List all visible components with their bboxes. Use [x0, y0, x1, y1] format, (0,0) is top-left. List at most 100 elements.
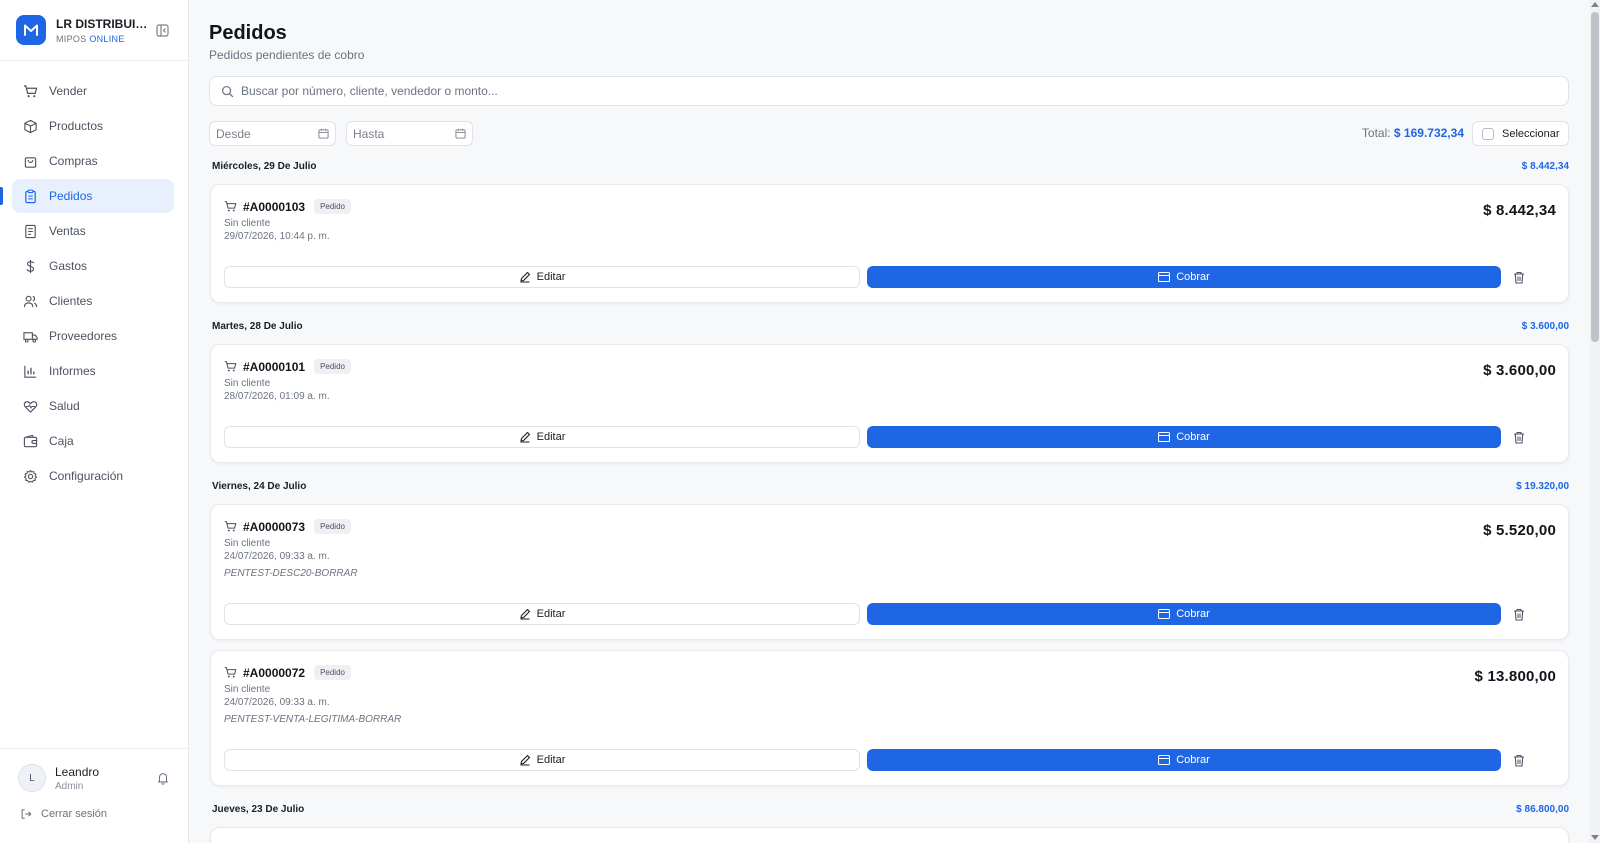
sidebar-item-label: Compras	[49, 154, 98, 168]
order-card[interactable]: #A0000103 Pedido Sin cliente 29/07/2026,…	[210, 184, 1569, 303]
status-badge: Pedido	[314, 199, 351, 214]
avatar[interactable]: L	[18, 764, 46, 792]
sidebar-item-ventas[interactable]: Ventas	[12, 214, 174, 248]
cart-icon	[22, 83, 38, 99]
sidebar-item-clientes[interactable]: Clientes	[12, 284, 174, 318]
collapse-sidebar-icon[interactable]	[152, 20, 172, 40]
sidebar-nav: Vender Productos Compras Pedidos Ventas …	[0, 61, 188, 493]
charge-button[interactable]: Cobrar	[867, 266, 1501, 288]
order-number: #A0000103	[243, 199, 306, 214]
dollar-icon	[22, 258, 38, 274]
group-day: Viernes, 24 De Julio	[212, 480, 307, 492]
brand-header: LR DISTRIBUID... MIPOS ONLINE	[0, 0, 188, 61]
charge-button[interactable]: Cobrar	[867, 749, 1501, 771]
charge-label: Cobrar	[1176, 271, 1210, 283]
order-date: 24/07/2026, 09:33 a. m.	[224, 551, 330, 562]
credit-card-icon	[1158, 755, 1171, 765]
sidebar-item-caja[interactable]: Caja	[12, 424, 174, 458]
date-to-field[interactable]: Hasta	[346, 121, 473, 146]
logout-label: Cerrar sesión	[41, 808, 108, 820]
sidebar-footer: L Leandro Admin Cerrar sesión	[0, 748, 188, 843]
charge-label: Cobrar	[1176, 608, 1210, 620]
edit-button[interactable]: Editar	[224, 426, 860, 448]
edit-button[interactable]: Editar	[224, 603, 860, 625]
scrollbar-thumb[interactable]	[1591, 12, 1599, 342]
order-amount: $ 8.442,34	[1483, 202, 1556, 219]
bell-icon[interactable]	[156, 771, 170, 785]
sidebar-item-vender[interactable]: Vender	[12, 74, 174, 108]
charge-button[interactable]: Cobrar	[867, 603, 1501, 625]
sidebar-item-productos[interactable]: Productos	[12, 109, 174, 143]
scroll-down-arrow-icon[interactable]	[1591, 835, 1599, 840]
wallet-icon	[22, 433, 38, 449]
brand-logo-icon[interactable]	[16, 15, 46, 45]
sidebar-item-label: Configuración	[49, 469, 124, 483]
search-icon	[221, 85, 234, 98]
order-card[interactable]: #A0000073 Pedido Sin cliente 24/07/2026,…	[210, 504, 1569, 640]
total-value: $ 169.732,34	[1393, 126, 1464, 140]
brand-subtitle: MIPOS ONLINE	[56, 34, 152, 44]
sidebar-item-label: Ventas	[49, 224, 86, 238]
scroll-up-arrow-icon[interactable]	[1591, 2, 1599, 7]
order-date: 29/07/2026, 10:44 p. m.	[224, 231, 330, 242]
order-card[interactable]	[210, 827, 1569, 843]
sidebar-item-label: Informes	[49, 364, 96, 378]
group-day: Jueves, 23 De Julio	[212, 803, 305, 815]
select-button[interactable]: Seleccionar	[1472, 121, 1569, 146]
users-icon	[22, 293, 38, 309]
sidebar-item-label: Gastos	[49, 259, 88, 273]
sidebar-item-label: Productos	[49, 119, 104, 133]
credit-card-icon	[1158, 432, 1171, 442]
bar-chart-icon	[22, 363, 38, 379]
logout-button[interactable]: Cerrar sesión	[0, 792, 188, 820]
order-card[interactable]: #A0000072 Pedido Sin cliente 24/07/2026,…	[210, 650, 1569, 786]
calendar-icon[interactable]	[318, 128, 329, 139]
sidebar-item-configuracion[interactable]: Configuración	[12, 459, 174, 493]
brand-sub-accent: ONLINE	[89, 33, 125, 44]
truck-icon	[22, 328, 38, 344]
order-number: #A0000101	[243, 359, 306, 374]
order-amount: $ 3.600,00	[1483, 362, 1556, 379]
sidebar-item-proveedores[interactable]: Proveedores	[12, 319, 174, 353]
charge-button[interactable]: Cobrar	[867, 426, 1501, 448]
group-amount: $ 86.800,00	[1516, 803, 1569, 815]
pencil-icon	[519, 754, 531, 766]
user-profile[interactable]: L Leandro Admin	[0, 749, 188, 792]
date-group-header: Jueves, 23 De Julio $ 86.800,00	[212, 802, 1569, 816]
date-group-header: Viernes, 24 De Julio $ 19.320,00	[212, 479, 1569, 493]
date-to-placeholder: Hasta	[353, 126, 385, 141]
calendar-icon[interactable]	[455, 128, 466, 139]
date-group-header: Martes, 28 De Julio $ 3.600,00	[212, 319, 1569, 333]
order-note: PENTEST-DESC20-BORRAR	[224, 568, 358, 579]
clipboard-icon	[22, 188, 38, 204]
select-checkbox[interactable]	[1482, 127, 1494, 140]
order-card[interactable]: #A0000101 Pedido Sin cliente 28/07/2026,…	[210, 344, 1569, 463]
sidebar-item-pedidos[interactable]: Pedidos	[0, 179, 174, 213]
group-amount: $ 19.320,00	[1516, 480, 1569, 492]
user-name: Leandro	[55, 764, 100, 779]
sidebar-item-gastos[interactable]: Gastos	[12, 249, 174, 283]
vertical-scrollbar[interactable]	[1590, 0, 1600, 843]
order-client: Sin cliente	[224, 538, 271, 549]
trash-icon[interactable]	[1510, 749, 1528, 771]
search-input[interactable]	[241, 84, 1541, 98]
edit-button[interactable]: Editar	[224, 749, 860, 771]
brand-name: LR DISTRIBUID...	[56, 16, 152, 31]
select-label: Seleccionar	[1502, 127, 1560, 140]
sidebar-item-label: Pedidos	[49, 189, 93, 203]
trash-icon[interactable]	[1510, 426, 1528, 448]
sidebar-item-informes[interactable]: Informes	[12, 354, 174, 388]
trash-icon[interactable]	[1510, 266, 1528, 288]
credit-card-icon	[1158, 272, 1171, 282]
sidebar-item-compras[interactable]: Compras	[12, 144, 174, 178]
trash-icon[interactable]	[1510, 603, 1528, 625]
receipt-icon	[22, 223, 38, 239]
pencil-icon	[519, 608, 531, 620]
credit-card-icon	[1158, 609, 1171, 619]
charge-label: Cobrar	[1176, 431, 1210, 443]
search-bar[interactable]	[209, 76, 1569, 106]
bag-icon	[22, 153, 38, 169]
date-from-field[interactable]: Desde	[209, 121, 336, 146]
edit-button[interactable]: Editar	[224, 266, 860, 288]
sidebar-item-salud[interactable]: Salud	[12, 389, 174, 423]
